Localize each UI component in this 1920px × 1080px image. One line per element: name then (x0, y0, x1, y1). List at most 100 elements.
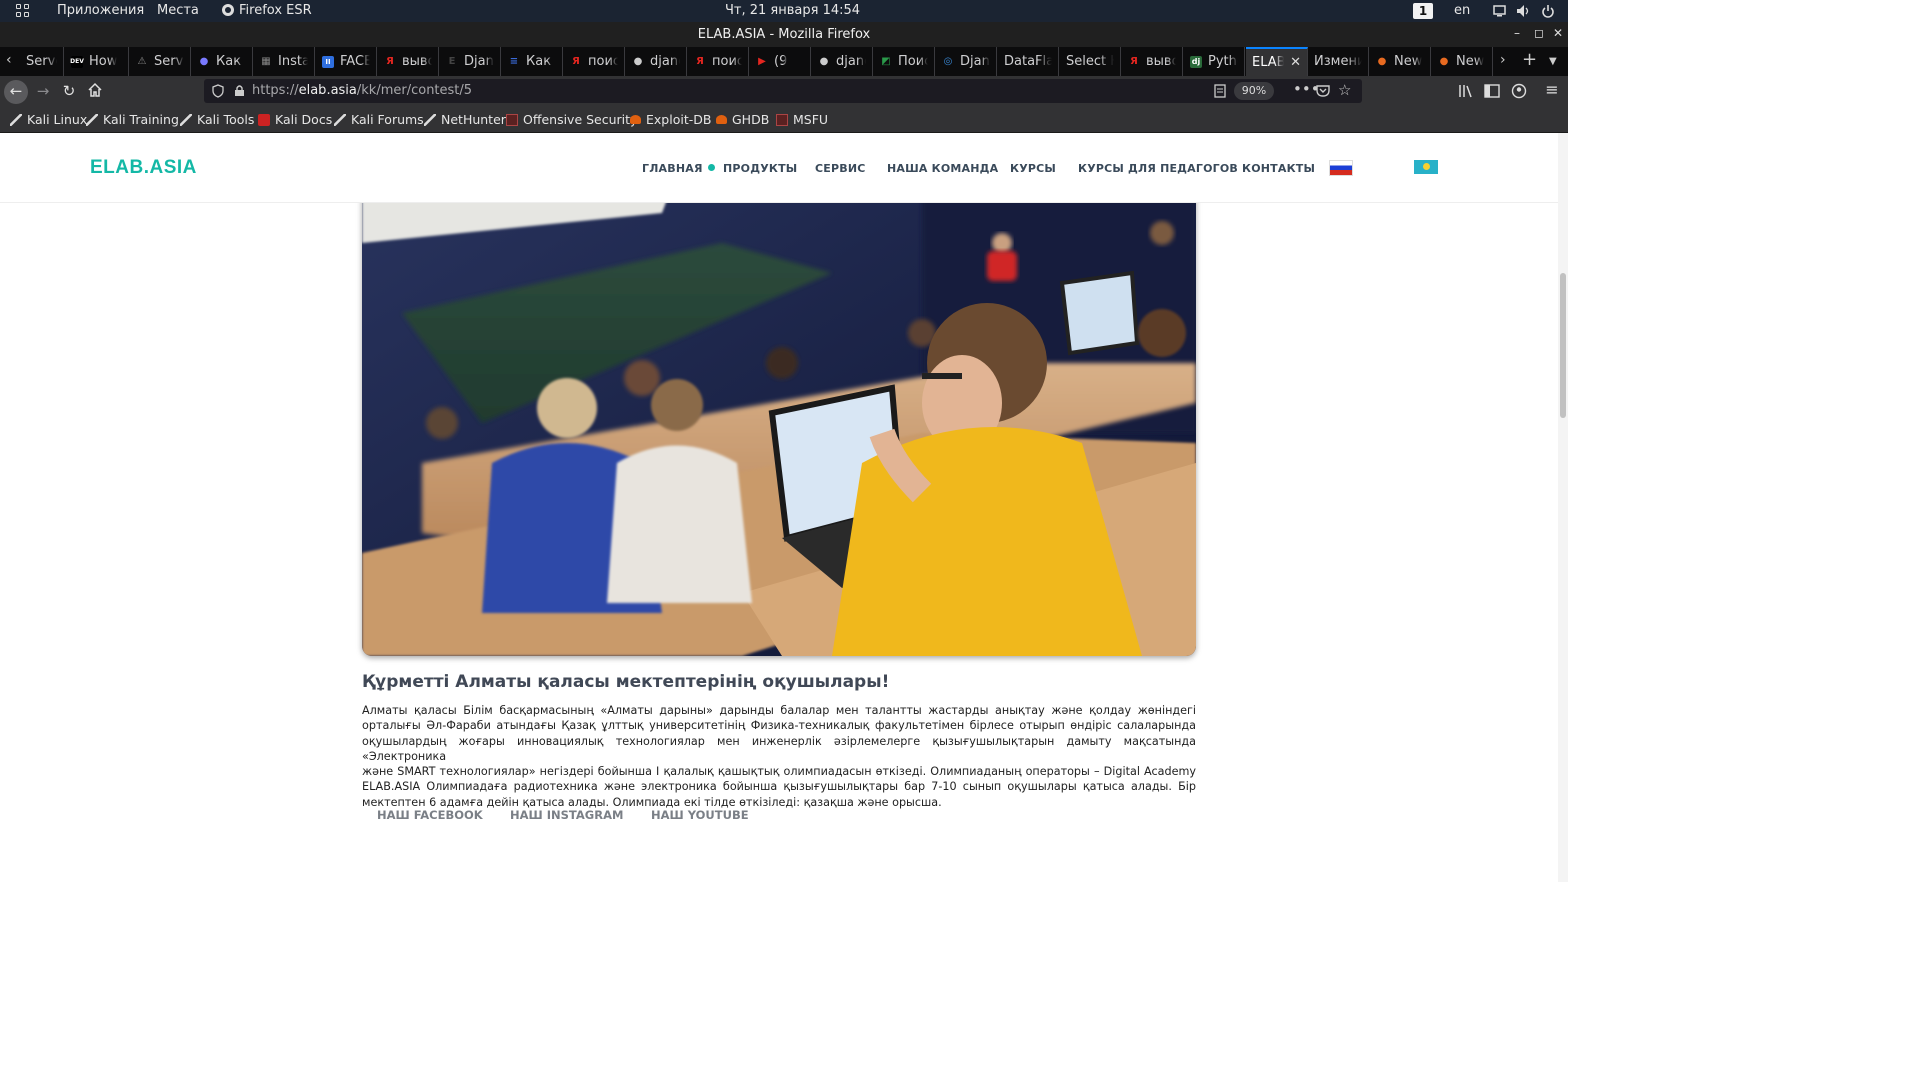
tab[interactable]: ● New (1432, 47, 1493, 76)
tabs-scroll-left-icon[interactable]: ‹ (6, 52, 12, 68)
active-indicator-dot (708, 164, 715, 171)
contest-description: Алматы қаласы Білім басқармасының «Алмат… (362, 703, 1196, 810)
compass-icon: ◎ (943, 56, 953, 67)
tab[interactable]: E Djang (440, 47, 501, 76)
tab[interactable]: Измени (1308, 47, 1369, 76)
forward-button[interactable]: → (33, 82, 53, 102)
tab-label: Server (154, 54, 184, 69)
tab[interactable]: Явыво (1122, 47, 1183, 76)
facebook-link[interactable]: НАШ FACEBOOK (377, 808, 483, 822)
window-title: ELAB.ASIA - Mozilla Firefox (697, 27, 871, 42)
bookmark-item[interactable]: Kali Docs (258, 112, 332, 127)
tab[interactable]: ● New (1370, 47, 1431, 76)
minimize-icon[interactable]: – (1514, 26, 1520, 40)
scrollbar-thumb[interactable] (1560, 273, 1566, 418)
tab[interactable]: Япоис (688, 47, 749, 76)
russian-flag-icon[interactable] (1329, 160, 1353, 176)
reload-button[interactable]: ↻ (59, 82, 79, 102)
keyboard-layout[interactable]: en (1454, 3, 1470, 18)
tracking-protection-icon[interactable] (212, 84, 224, 98)
home-button[interactable] (87, 82, 107, 102)
tab[interactable]: Явыво (378, 47, 439, 76)
tab[interactable]: ● djang (812, 47, 873, 76)
tab-label: Измени (1314, 54, 1362, 69)
volume-icon[interactable] (1516, 4, 1530, 18)
paragraph-line: оқушылардың жоғары инновациялық технолог… (362, 734, 1196, 763)
bookmark-label: Exploit-DB (646, 112, 712, 127)
tab-label: New (1394, 54, 1423, 69)
menu-item-service[interactable]: СЕРВИС (815, 162, 866, 175)
instagram-link[interactable]: НАШ INSTAGRAM (510, 808, 623, 822)
back-button[interactable]: ← (4, 80, 28, 104)
clock[interactable]: Чт, 21 января 14:54 (725, 3, 860, 18)
tab[interactable]: dj Pytho (1184, 47, 1245, 76)
close-window-icon[interactable]: ✕ (1553, 26, 1563, 40)
bookmark-star-icon[interactable]: ☆ (1338, 81, 1351, 99)
tab[interactable]: ◩ Поис (874, 47, 935, 76)
site-logo[interactable]: ELAB.ASIA (90, 157, 197, 179)
library-icon[interactable] (1458, 83, 1478, 103)
close-tab-icon[interactable]: ✕ (1290, 55, 1301, 70)
lock-icon[interactable] (234, 84, 245, 97)
kazakh-flag-icon[interactable] (1414, 160, 1438, 174)
pocket-icon[interactable] (1316, 84, 1330, 97)
menu-item-home[interactable]: ГЛАВНАЯ (642, 162, 703, 175)
youtube-link[interactable]: НАШ YOUTUBE (651, 808, 749, 822)
bookmark-label: Kali Docs (275, 112, 333, 127)
menu-item-team[interactable]: НАША КОМАНДА (887, 162, 998, 175)
power-icon[interactable] (1542, 3, 1554, 19)
bookmark-item[interactable]: Kali Forums (334, 112, 424, 127)
url-text[interactable]: https://elab.asia/kk/mer/contest/5 (252, 83, 472, 98)
tab[interactable]: Япоис (564, 47, 625, 76)
menu-icon[interactable]: ≡ (1542, 81, 1562, 101)
bookmark-label: Kali Linux (27, 112, 88, 127)
menu-item-products[interactable]: ПРОДУКТЫ (723, 162, 797, 175)
tab[interactable]: ▶ (9 (750, 47, 811, 76)
zoom-indicator[interactable]: 90% (1234, 82, 1274, 100)
maximize-icon[interactable]: ◻ (1534, 26, 1544, 40)
bookmark-item[interactable]: Kali Training (86, 112, 179, 127)
sidebar-icon[interactable] (1484, 83, 1504, 103)
tab[interactable]: DEV How (65, 47, 129, 76)
paragraph-line: ELAB.ASIA Олимпиадаға радиотехника және … (362, 780, 1196, 794)
tab[interactable]: ● djang (626, 47, 687, 76)
bookmark-item[interactable]: GHDB (716, 112, 769, 127)
tab[interactable]: ● Как г (192, 47, 253, 76)
bookmark-item[interactable]: Kali Linux (10, 112, 87, 127)
tab[interactable]: ◎ Djang (936, 47, 997, 76)
window-icon[interactable] (1493, 5, 1506, 17)
new-tab-icon[interactable]: + (1522, 49, 1537, 70)
tabs-scroll-right-icon[interactable]: › (1500, 52, 1506, 68)
menu-item-teacher-courses[interactable]: КУРСЫ ДЛЯ ПЕДАГОГОВ (1078, 162, 1238, 175)
bookmark-item[interactable]: Exploit-DB (630, 112, 711, 127)
bookmark-item[interactable]: MSFU (776, 112, 828, 127)
menu-item-contacts[interactable]: КОНТАКТЫ (1242, 162, 1315, 175)
tab[interactable]: ▦ Insta (254, 47, 315, 76)
places-menu[interactable]: Места (157, 3, 199, 18)
active-app-menu[interactable]: Firefox ESR (222, 3, 312, 18)
apps-grid-icon[interactable] (16, 4, 30, 18)
tab[interactable]: Server (20, 47, 64, 76)
tab[interactable]: II FACE (316, 47, 377, 76)
tab[interactable]: ⚠ Server (130, 47, 191, 76)
kali-icon (10, 114, 22, 126)
tab[interactable]: DataFlai (998, 47, 1059, 76)
bookmark-item[interactable]: Kali Tools (180, 112, 254, 127)
site-header: ELAB.ASIA ГЛАВНАЯ ПРОДУКТЫ СЕРВИС НАША К… (0, 133, 1558, 203)
tab-label: Поис (898, 54, 928, 69)
bookmark-item[interactable]: NetHunter (424, 112, 506, 127)
applications-menu[interactable]: Приложения (57, 3, 144, 18)
url-bar[interactable]: https://elab.asia/kk/mer/contest/5 90% •… (204, 79, 1362, 103)
workspace-indicator[interactable]: 1 (1413, 3, 1433, 19)
account-icon[interactable] (1511, 83, 1531, 103)
page-scrollbar[interactable] (1558, 133, 1568, 882)
kali-docs-icon (258, 114, 270, 126)
tab[interactable]: ≡ Как е (502, 47, 563, 76)
image-icon: ◩ (881, 56, 891, 67)
tab-active[interactable]: ELAB.A ✕ (1246, 47, 1308, 76)
menu-item-courses[interactable]: КУРСЫ (1010, 162, 1056, 175)
bookmark-item[interactable]: Offensive Security (506, 112, 637, 127)
tab[interactable]: Select K (1060, 47, 1121, 76)
list-all-tabs-icon[interactable]: ▼ (1549, 56, 1557, 67)
reader-view-icon[interactable] (1214, 84, 1226, 98)
